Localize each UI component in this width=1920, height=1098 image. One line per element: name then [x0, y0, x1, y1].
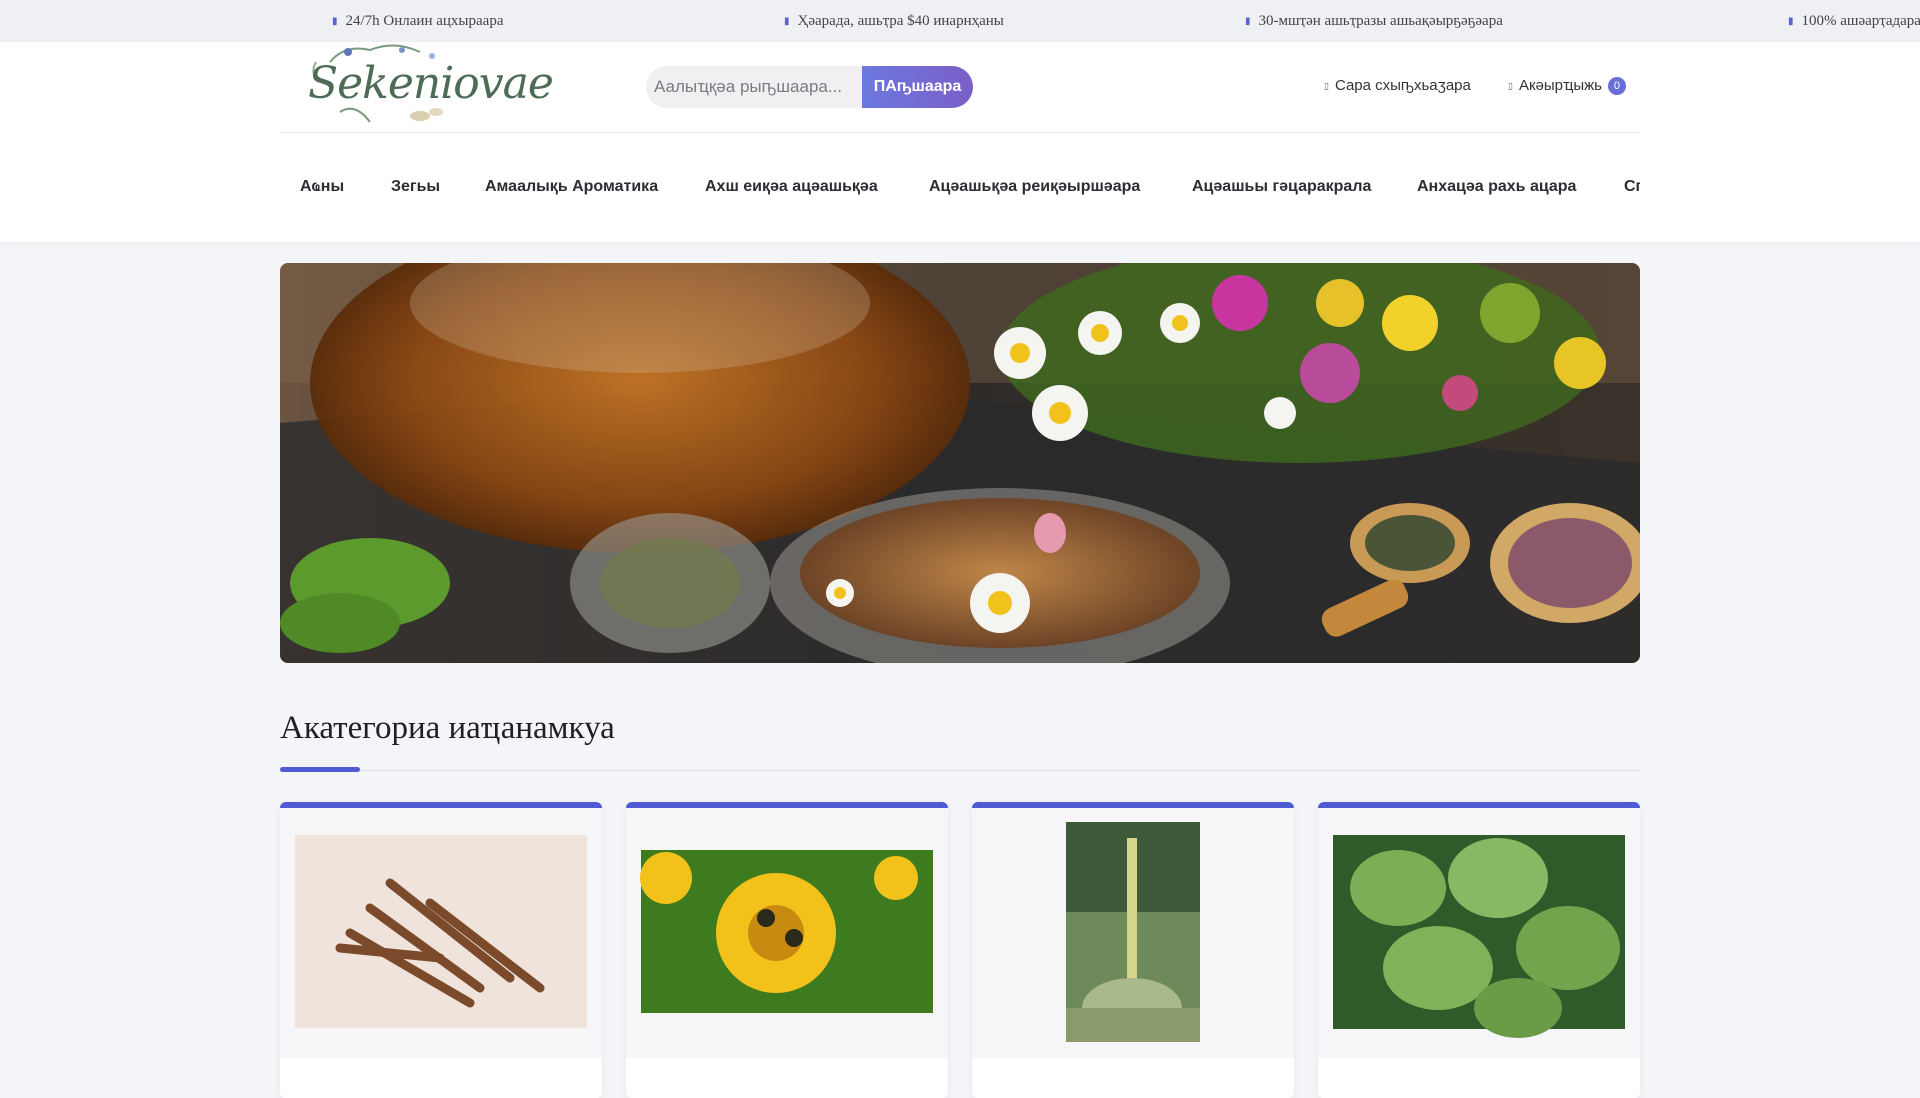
account-link[interactable]: ▯ Сара схыҧхьаӡара: [1324, 68, 1471, 104]
nav-item-aromatics[interactable]: Амаалықь Ароматика: [485, 132, 658, 242]
nav-item-home[interactable]: Аҩны: [300, 132, 344, 242]
return-icon: ▮: [1245, 16, 1251, 27]
topbar-item-returns: ▮ 30-мшҭән ашьҭразы ашьақәырҕәҕәара: [1245, 13, 1503, 29]
shield-icon: ▮: [1788, 16, 1794, 27]
category-card[interactable]: [280, 802, 602, 1098]
logo-text: Sekeniovae: [308, 58, 554, 109]
category-card[interactable]: [626, 802, 948, 1098]
card-image-area: [972, 808, 1294, 1058]
cart-link[interactable]: ▯ Акәырҵыжь 0: [1508, 68, 1626, 104]
section-accent-bar: [280, 767, 360, 772]
nav-item-tea-blends[interactable]: Ацәашьқәа реиқәыршәара: [929, 132, 1140, 242]
nav-item-farmers[interactable]: Анхацәа рахь ацара: [1417, 132, 1576, 242]
section-divider: [280, 770, 1640, 771]
category-card[interactable]: [1318, 802, 1640, 1098]
lemon-balm-leaves-image: [1333, 835, 1625, 1038]
card-image-area: [1318, 808, 1640, 1058]
licorice-root-image: [295, 835, 587, 1028]
cart-count-badge: 0: [1607, 77, 1626, 95]
hero-banner[interactable]: [280, 263, 1640, 663]
search-input[interactable]: [646, 66, 876, 108]
nav-item-all[interactable]: Зегьы: [391, 132, 440, 242]
truck-icon: ▮: [784, 16, 790, 27]
user-icon: ▯: [1324, 81, 1329, 91]
search-form: ПАҧшаара: [646, 66, 973, 108]
top-info-bar: ▮ 24/7h Онлаин ацхыраара ▮ Ҳәарада, ашьҭра…: [0, 0, 1920, 43]
topbar-item-security: ▮ 100% ашәарҭадара: [1788, 13, 1920, 29]
category-card[interactable]: [972, 802, 1294, 1098]
site-header: Sekeniovae ПАҧшаара ▯Сара схыҧхьаӡара ▯А…: [0, 42, 1920, 242]
category-section-title: Акатегориа иаҵанамкуа: [280, 710, 615, 746]
nav-item-health-teas[interactable]: Ацәашьы гәцаракрала: [1192, 132, 1371, 242]
topbar-item-support: ▮ 24/7h Онлаин ацхыраара: [332, 13, 504, 29]
topbar-item-shipping: ▮ Ҳәарада, ашьҭра $40 инарнҳаны: [784, 13, 1004, 29]
mullein-plant-image: [1066, 822, 1200, 1042]
nav-item-herbal-teas[interactable]: Ахш еиқәа ацәашьқәа: [705, 132, 878, 242]
cart-icon: ▯: [1508, 81, 1513, 91]
search-button[interactable]: ПАҧшаара: [862, 66, 973, 108]
herbal-tea-banner-image: [280, 263, 1640, 663]
elecampane-flower-image: [640, 850, 933, 1013]
headset-icon: ▮: [332, 16, 338, 27]
card-image-area: [626, 808, 948, 1058]
card-image-area: [280, 808, 602, 1058]
nav-item-more[interactable]: Сп: [1624, 132, 1640, 242]
site-logo[interactable]: Sekeniovae: [300, 42, 554, 128]
main-nav: Аҩны Зегьы Амаалықь Ароматика Ахш еиқәа …: [300, 132, 1640, 242]
